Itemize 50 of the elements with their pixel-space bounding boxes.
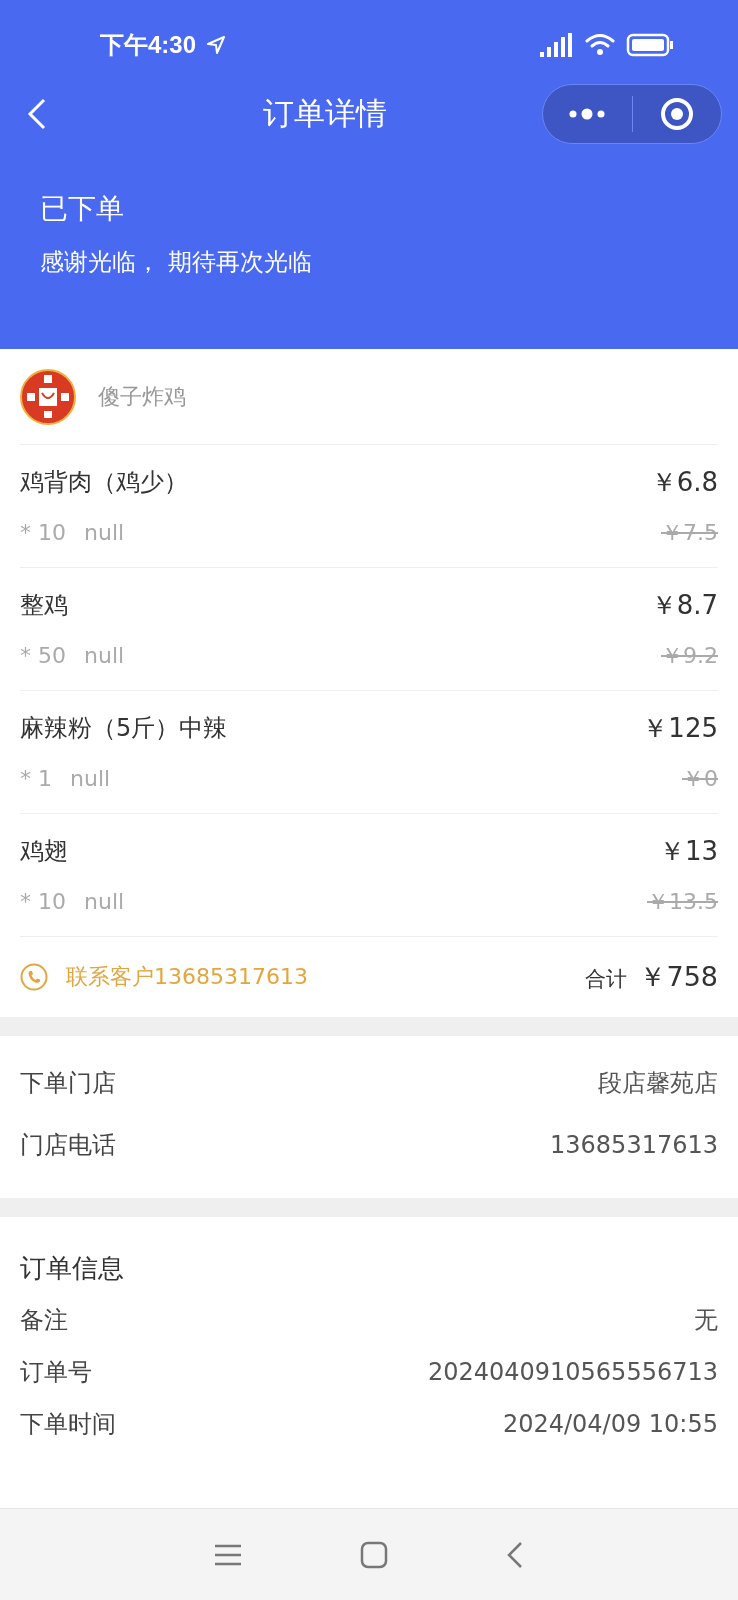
item-price: ￥6.8 [650,465,718,499]
contact-customer-link[interactable]: 联系客户13685317613 [66,962,308,992]
section-title: 订单信息 [20,1252,125,1285]
info-label: 备注 [20,1305,68,1336]
menu-icon[interactable] [214,1542,242,1567]
item-price: ￥13 [658,834,718,868]
item-spec: null [84,889,125,914]
location-arrow-icon [206,35,227,55]
phone-icon[interactable] [20,963,48,991]
item-spec: null [84,520,125,545]
wifi-icon [584,33,616,57]
total-label: 合计 [585,966,628,993]
item-quantity: * 50 [20,643,66,668]
info-value: 段店馨苑店 [598,1068,718,1099]
thanks-message: 感谢光临， 期待再次光临 [40,247,313,278]
item-quantity: * 1 [20,766,52,791]
original-price: ￥9.2 [661,641,718,670]
info-label: 下单时间 [20,1409,116,1440]
original-price: ￥13.5 [647,887,718,916]
back-icon[interactable] [506,1540,524,1569]
item-spec: null [84,643,125,668]
info-label: 订单号 [20,1357,92,1388]
original-price: ￥7.5 [661,518,718,547]
back-icon[interactable] [26,97,48,131]
item-spec: null [70,766,111,791]
item-quantity: * 10 [20,520,66,545]
battery-icon [626,33,674,57]
item-name: 鸡翅 [20,836,68,867]
close-target-icon[interactable] [658,96,695,132]
total-amount: ￥758 [639,960,718,994]
item-price: ￥8.7 [650,588,718,622]
info-value: 13685317613 [550,1131,718,1159]
item-quantity: * 10 [20,889,66,914]
shop-logo [20,368,76,425]
item-name: 麻辣粉（5斤）中辣 [20,713,228,744]
shop-name: 傻子炸鸡 [98,382,186,411]
info-value: 2024/04/09 10:55 [502,1410,718,1438]
signal-icon [538,32,574,58]
page-title: 订单详情 [263,94,387,133]
order-status: 已下单 [40,191,125,227]
item-name: 整鸡 [20,590,68,621]
item-price: ￥125 [642,711,718,745]
home-icon[interactable] [360,1540,388,1569]
info-label: 下单门店 [20,1068,116,1099]
info-value: 2024040910565556713 [427,1358,718,1386]
info-value: 无 [694,1305,718,1336]
original-price: ￥0 [682,764,718,793]
item-name: 鸡背肉（鸡少） [20,467,188,498]
status-time: 下午4:30 [100,30,197,60]
info-label: 门店电话 [20,1130,116,1161]
